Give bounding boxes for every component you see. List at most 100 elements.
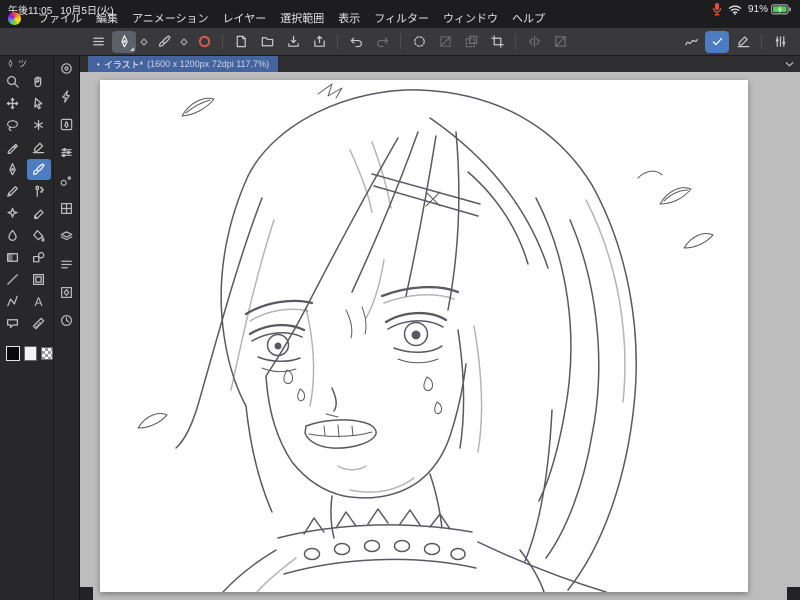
navigator-icon[interactable] [57, 59, 77, 77]
blend-tool[interactable] [1, 225, 25, 246]
selection-launcher-icon[interactable] [407, 31, 431, 53]
quick-access-icon[interactable] [57, 87, 77, 105]
tool-expander-icon[interactable] [138, 31, 150, 53]
menu-item-edit[interactable]: 編集 [89, 10, 125, 26]
pen-tool[interactable] [1, 159, 25, 180]
lasso-tool[interactable] [1, 115, 25, 136]
status-menu-bar: 午後11:05 10月5日(火) 91% ファイル 編集 アニメーション レイヤ… [0, 0, 800, 28]
hand-tool[interactable] [27, 71, 51, 92]
menu-item-window[interactable]: ウィンドウ [436, 10, 505, 26]
document-meta: (1600 x 1200px 72dpi 117.7%) [147, 59, 270, 69]
subtool-expander-icon[interactable] [178, 31, 190, 53]
menu-bar: ファイル 編集 アニメーション レイヤー 選択範囲 表示 フィルター ウィンドウ… [8, 10, 552, 26]
share-button[interactable] [307, 31, 331, 53]
operation-tool[interactable] [27, 93, 51, 114]
color-set-icon[interactable] [57, 199, 77, 217]
redo-button[interactable] [370, 31, 394, 53]
vector-correction-button[interactable] [731, 31, 755, 53]
line-tool[interactable] [1, 269, 25, 290]
material-icon[interactable] [57, 283, 77, 301]
tab-list-chevron-icon[interactable] [778, 56, 800, 72]
menu-item-filter[interactable]: フィルター [367, 10, 436, 26]
text-tool-glyph: A [34, 294, 43, 309]
save-button[interactable] [281, 31, 305, 53]
flip-horizontal-button[interactable] [522, 31, 546, 53]
clip-studio-paint-app: 午後11:05 10月5日(火) 91% ファイル 編集 アニメーション レイヤ… [0, 0, 800, 600]
deselect-button[interactable] [433, 31, 457, 53]
select-layer-button[interactable] [459, 31, 483, 53]
crop-button[interactable] [485, 31, 509, 53]
zoom-tool[interactable] [1, 71, 25, 92]
decoration-tool[interactable] [1, 203, 25, 224]
tool-sidebar: ツ A [0, 56, 80, 600]
toolbar-separator [761, 34, 762, 49]
workspace: • イラスト* (1600 x 1200px 72dpi 117.7%) [80, 56, 800, 600]
eyedropper-tool[interactable] [1, 137, 25, 158]
palette-settings-icon[interactable] [768, 31, 792, 53]
pencil-tool[interactable] [1, 181, 25, 202]
main-color-swatch[interactable] [6, 346, 20, 361]
gradient-tool[interactable] [1, 247, 25, 268]
battery-percent-label: 91% [747, 3, 768, 15]
airbrush-tool[interactable] [27, 181, 51, 202]
menu-item-animation[interactable]: アニメーション [125, 10, 216, 26]
canvas-viewport[interactable] [80, 72, 800, 600]
tool-palette: ツ A [0, 56, 53, 600]
pen-tab-icon [8, 59, 13, 68]
fill-tool[interactable] [27, 225, 51, 246]
tool-palette-header[interactable]: ツ [0, 56, 53, 71]
menu-item-view[interactable]: 表示 [331, 10, 367, 26]
layer-property-icon[interactable] [57, 255, 77, 273]
document-tab[interactable]: • イラスト* (1600 x 1200px 72dpi 117.7%) [88, 56, 279, 72]
sub-color-swatch[interactable] [23, 346, 38, 361]
current-tool-pen-button[interactable] [112, 30, 136, 53]
document-title: イラスト* [103, 59, 144, 70]
illustration-sketch [137, 83, 714, 592]
brush-size-icon[interactable] [57, 171, 77, 189]
open-file-button[interactable] [255, 31, 279, 53]
menu-item-layer[interactable]: レイヤー [216, 10, 274, 26]
figure-tool[interactable] [27, 247, 51, 268]
unsaved-dot: • [97, 59, 100, 69]
main-area: ツ A • イラスト* (1600 x 1200px 72dpi 117.7%) [0, 56, 800, 600]
reference-layer-button[interactable] [548, 31, 572, 53]
menu-item-selection[interactable]: 選択範囲 [273, 10, 331, 26]
brush-tool[interactable] [26, 159, 51, 180]
sub-tool-icon[interactable] [57, 115, 77, 133]
menu-item-file[interactable]: ファイル [31, 10, 89, 26]
transparent-color-swatch[interactable] [41, 347, 53, 360]
battery-indicator: 91% [748, 4, 792, 15]
undo-button[interactable] [344, 31, 368, 53]
system-indicators: 91% [712, 2, 792, 16]
clip-studio-logo[interactable] [8, 11, 21, 25]
balloon-tool[interactable] [1, 313, 25, 334]
move-tool[interactable] [1, 93, 25, 114]
mic-icon [712, 2, 722, 16]
document-tabbar: • イラスト* (1600 x 1200px 72dpi 117.7%) [80, 56, 800, 72]
current-subtool-button[interactable] [152, 31, 176, 53]
scroll-corner-right[interactable] [787, 587, 800, 600]
palette-strip [53, 56, 79, 600]
smoothing-button[interactable] [679, 31, 703, 53]
command-toolbar [0, 28, 800, 56]
canvas[interactable] [100, 80, 748, 592]
toolbar-separator [337, 34, 338, 49]
toolbar-separator [515, 34, 516, 49]
correct-line-tool[interactable] [27, 137, 51, 158]
scroll-corner-left[interactable] [80, 587, 93, 600]
stabilizer-button[interactable] [705, 30, 729, 53]
tool-property-icon[interactable] [57, 143, 77, 161]
hamburger-menu-icon[interactable] [86, 31, 110, 53]
auto-select-tool[interactable] [27, 115, 51, 136]
toolbar-separator [400, 34, 401, 49]
eraser-tool[interactable] [27, 203, 51, 224]
history-icon[interactable] [57, 311, 77, 329]
new-canvas-button[interactable] [229, 31, 253, 53]
text-tool[interactable]: A [27, 291, 51, 312]
frame-tool[interactable] [27, 269, 51, 290]
clip-studio-home-icon[interactable] [192, 31, 216, 53]
layer-icon[interactable] [57, 227, 77, 245]
menu-item-help[interactable]: ヘルプ [505, 10, 552, 26]
ruler-tool[interactable] [27, 313, 51, 334]
polygon-tool[interactable] [1, 291, 25, 312]
